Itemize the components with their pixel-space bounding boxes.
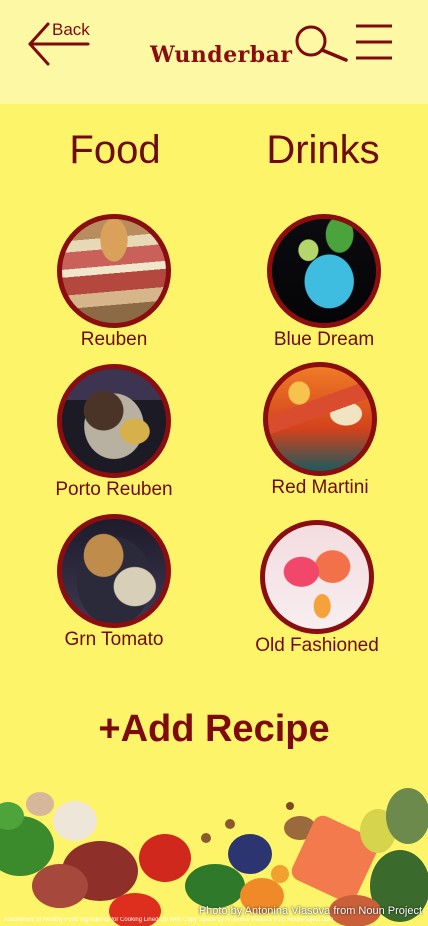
drink-item-blue-dream[interactable]: Blue Dream — [244, 214, 404, 351]
brand-logo: Wunderbar — [150, 42, 293, 68]
red-martini-image — [263, 362, 377, 476]
drinks-heading: Drinks — [266, 128, 380, 172]
food-heading: Food — [69, 128, 161, 172]
menu-button[interactable] — [354, 22, 394, 64]
old-fashioned-image — [260, 520, 374, 634]
hamburger-menu-icon — [356, 24, 392, 60]
vegetables-banner-image — [0, 776, 428, 926]
photo-credit-small: Assortment of Healthy Food Ingredients f… — [4, 917, 334, 923]
drink-item-label: Blue Dream — [273, 329, 375, 350]
search-icon — [295, 25, 348, 62]
add-recipe-button[interactable]: +Add Recipe — [0, 708, 428, 751]
food-item-label: Porto Reuben — [55, 479, 173, 500]
blue-dream-image — [267, 214, 381, 328]
grn-tomato-image — [57, 514, 171, 628]
back-button[interactable]: Back — [28, 20, 92, 68]
drink-item-red-martini[interactable]: Red Martini — [240, 362, 400, 499]
reuben-image — [57, 214, 171, 328]
food-item-label: Grn Tomato — [64, 629, 164, 650]
food-item-label: Reuben — [80, 329, 148, 350]
drink-item-label: Red Martini — [271, 477, 369, 498]
food-item-reuben[interactable]: Reuben — [34, 214, 194, 351]
app-header: Back Wunderbar — [0, 0, 428, 104]
drink-item-old-fashioned[interactable]: Old Fashioned — [237, 520, 397, 657]
drink-item-label: Old Fashioned — [255, 635, 379, 656]
food-item-grn-tomato[interactable]: Grn Tomato — [34, 514, 194, 651]
back-label: Back — [52, 20, 90, 39]
porto-reuben-image — [57, 364, 171, 478]
food-item-porto-reuben[interactable]: Porto Reuben — [34, 364, 194, 501]
photo-credit: Photo by Antonina Vlasova from Noun Proj… — [198, 905, 422, 917]
search-button[interactable] — [294, 24, 350, 64]
